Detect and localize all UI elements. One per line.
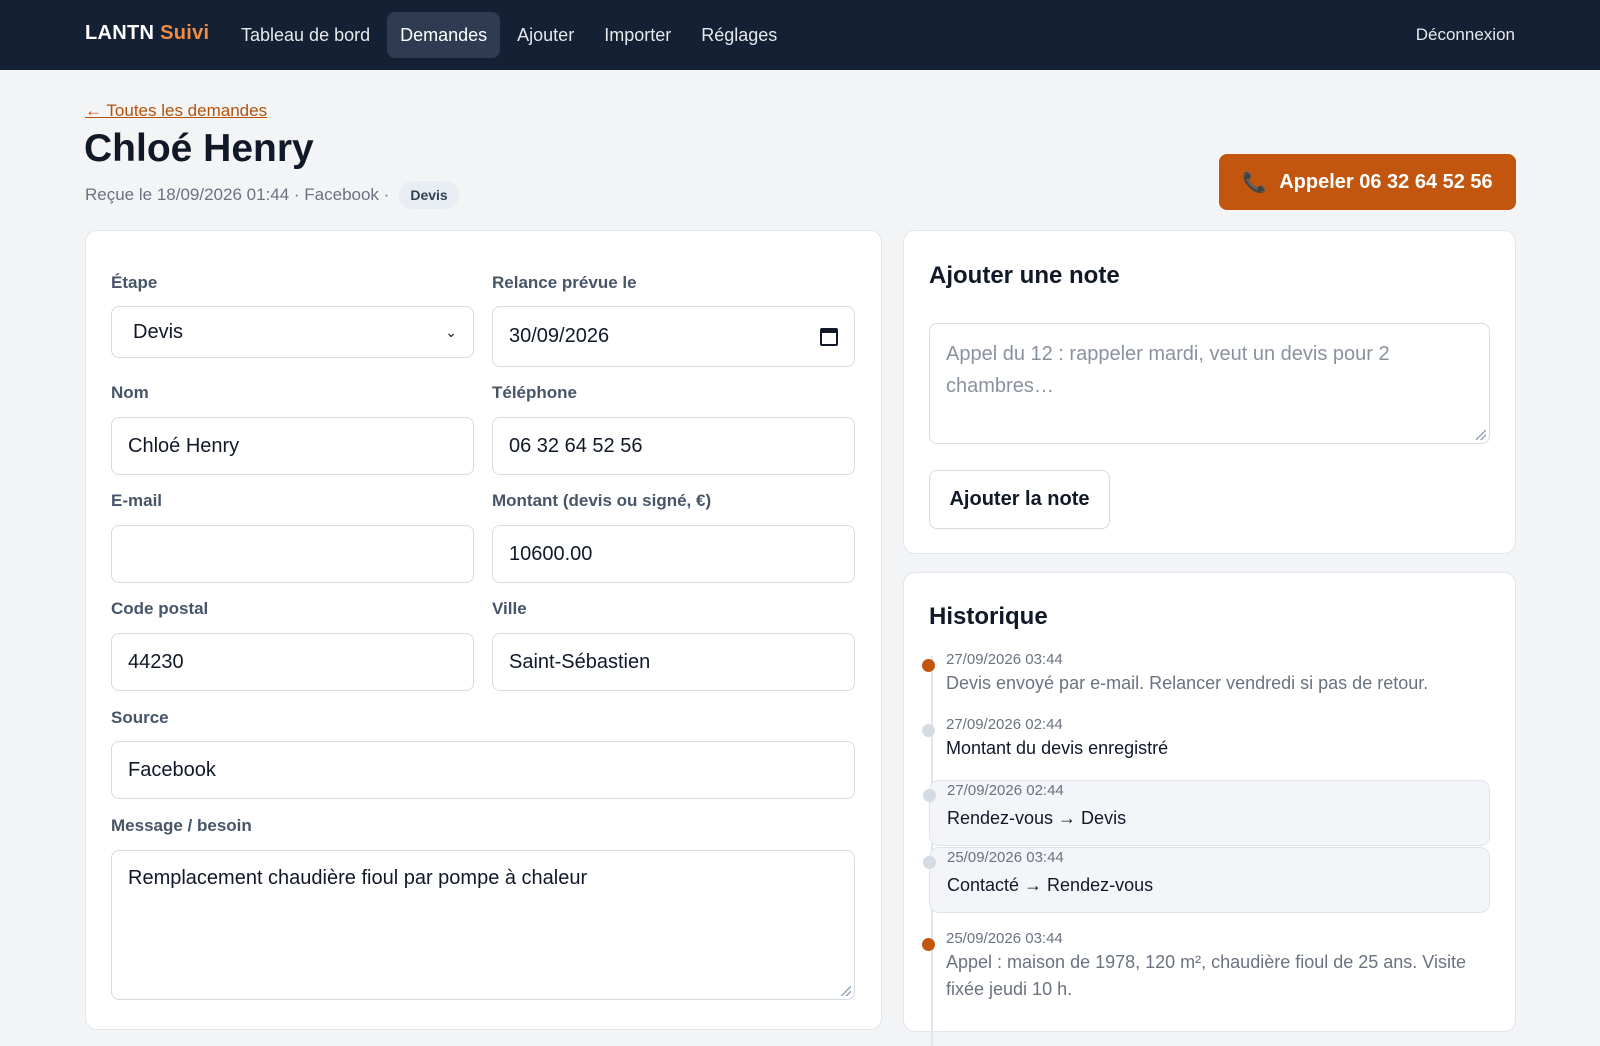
email-input[interactable] [111,525,474,583]
resize-handle[interactable] [841,986,851,996]
relance-value: 30/09/2026 [509,325,610,347]
montant-input[interactable]: 10600.00 [492,525,855,583]
back-link[interactable]: ← Toutes les demandes [85,101,267,121]
history-entry-stage-change: 25/09/2026 03:44 Contacté → Rendez-vous [923,847,1490,913]
entry-text: Contacté → Rendez-vous [947,875,1154,895]
main-nav: Tableau de bord Demandes Ajouter Importe… [228,12,794,58]
add-note-button[interactable]: Ajouter la note [929,470,1110,529]
event-dot-icon [923,856,936,869]
message-value: Remplacement chaudière fioul par pompe à… [128,867,588,889]
relance-label: Relance prévue le [492,273,637,292]
note-resize-handle[interactable] [1476,430,1486,440]
entry-time: 27/09/2026 03:44 [946,651,1063,668]
entry-time: 25/09/2026 03:44 [947,849,1064,866]
entry-time: 25/09/2026 03:44 [946,930,1063,947]
note-placeholder: Appel du 12 : rappeler mardi, veut un de… [946,343,1390,397]
note-textarea[interactable]: Appel du 12 : rappeler mardi, veut un de… [929,323,1490,444]
history-entry-stage-change: 27/09/2026 02:44 Rendez-vous → Devis [923,780,1490,846]
relance-date-input[interactable]: 30/09/2026 [492,306,855,367]
top-navbar: LANTN Suivi Tableau de bord Demandes Ajo… [0,0,1600,70]
brand-main: LANTN [85,22,155,44]
source-input[interactable]: Facebook [111,741,855,799]
logout-link[interactable]: Déconnexion [1416,25,1515,45]
history-entry: 27/09/2026 03:44 Devis envoyé par e-mail… [922,650,1490,706]
history-entry: 27/09/2026 02:44 Montant du devis enregi… [922,715,1490,771]
add-note-title: Ajouter une note [929,262,1120,289]
chevron-down-icon: ⌄ [445,323,457,340]
call-button[interactable]: 📞 Appeler 06 32 64 52 56 [1219,154,1516,210]
etape-value: Devis [133,320,184,343]
brand-logo[interactable]: LANTN Suivi [85,22,209,45]
entry-text: Appel : maison de 1978, 120 m², chaudièr… [946,952,1466,999]
telephone-label: Téléphone [492,383,578,402]
event-dot-icon [923,789,936,802]
message-label: Message / besoin [111,816,252,835]
ville-label: Ville [492,599,527,618]
phone-icon: 📞 [1242,171,1268,194]
entry-time: 27/09/2026 02:44 [946,716,1063,733]
message-textarea[interactable]: Remplacement chaudière fioul par pompe à… [111,850,855,1000]
lead-form-card: Étape Devis ⌄ Relance prévue le 30/09/20… [85,230,882,1030]
event-dot-icon [922,724,935,737]
nav-item-ajouter[interactable]: Ajouter [504,12,587,58]
nav-item-importer[interactable]: Importer [591,12,684,58]
note-dot-icon [922,659,935,672]
code-postal-input[interactable]: 44230 [111,633,474,691]
history-entry: 25/09/2026 03:44 Appel : maison de 1978,… [922,929,1490,1009]
etape-label: Étape [111,273,158,292]
calendar-icon[interactable] [820,327,838,346]
history-card: Historique 27/09/2026 03:44 Devis envoyé… [903,572,1516,1046]
call-button-label: Appeler 06 32 64 52 56 [1279,170,1493,193]
history-title: Historique [929,603,1048,630]
ville-input[interactable]: Saint-Sébastien [492,633,855,691]
note-dot-icon [922,938,935,951]
entry-time: 27/09/2026 02:44 [947,782,1064,799]
entry-text: Devis envoyé par e-mail. Relancer vendre… [946,673,1429,693]
nav-item-demandes[interactable]: Demandes [387,12,501,58]
etape-select[interactable]: Devis ⌄ [111,306,474,358]
add-note-card: Ajouter une note Appel du 12 : rappeler … [903,230,1516,554]
telephone-input[interactable]: 06 32 64 52 56 [492,417,855,475]
nom-input[interactable]: Chloé Henry [111,417,474,475]
page-title: Chloé Henry [84,127,314,170]
status-badge: Devis [399,181,459,209]
meta-text: Reçue le 18/09/2026 01:44 · Facebook · [85,185,390,204]
entry-text: Rendez-vous → Devis [947,808,1127,828]
email-label: E-mail [111,491,163,510]
code-postal-label: Code postal [111,599,209,618]
entry-text: Montant du devis enregistré [946,738,1169,758]
nom-label: Nom [111,383,149,402]
nav-item-tableau-de-bord[interactable]: Tableau de bord [228,12,383,58]
nav-item-reglages[interactable]: Réglages [688,12,790,58]
montant-label: Montant (devis ou signé, €) [492,491,712,510]
source-label: Source [111,708,169,727]
request-meta: Reçue le 18/09/2026 01:44 · Facebook · D… [85,181,459,209]
brand-accent: Suivi [160,22,210,44]
